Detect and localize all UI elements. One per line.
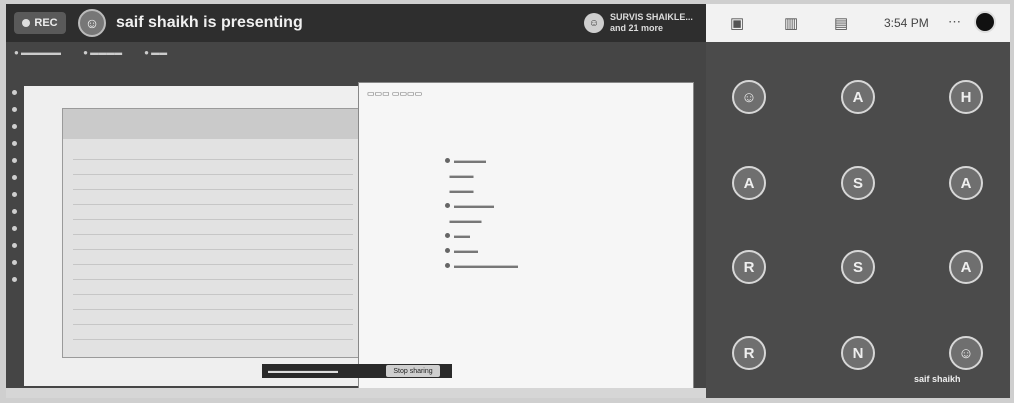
record-dot-icon [22,19,31,27]
participant-tile[interactable]: A [732,166,766,200]
share-tab-1[interactable]: ● ▬▬▬▬▬ [14,48,61,57]
record-badge[interactable]: REC [14,12,66,34]
chart-icon[interactable]: ▥ [784,14,798,32]
participant-tile[interactable]: A [841,80,875,114]
participant-avatar: ☺ [584,13,604,33]
participants-line-1: SURVIS SHAIKLE... [610,12,693,22]
share-tab-3[interactable]: ● ▬▬ [144,48,167,57]
presenting-text: saif shaikh is presenting [116,14,303,31]
presenter-tile-bottom[interactable]: ☺ [949,336,983,370]
participant-tile[interactable]: R [732,250,766,284]
system-tray: ▣ ▥ ▤ 3:54 PM ⋯ [706,4,1010,42]
taskbar[interactable] [6,388,706,398]
participant-tile[interactable]: N [841,336,875,370]
presenter-avatar: ☺ [78,9,106,37]
spreadsheet-toolbar[interactable] [63,109,363,139]
screen-icon[interactable]: ▣ [730,14,744,32]
shared-screen: ● ▬▬▬▬▬ ● ▬▬▬▬ ● ▬▬ ▭▭▭ ▭▭▭▭ ▬▬▬▬ ▬▬▬ ▬▬… [6,42,706,398]
participants-line-2: and 21 more [610,23,664,33]
dialog-tree: ▬▬▬▬ ▬▬▬ ▬▬▬ ▬▬▬▬▬ ▬▬▬▬ ▬▬ ▬▬▬ ▬▬▬▬▬▬▬▬ [445,156,518,270]
participant-tile[interactable]: S [841,250,875,284]
share-tabs: ● ▬▬▬▬▬ ● ▬▬▬▬ ● ▬▬ [14,44,694,60]
left-icon-strip [10,90,18,380]
user-avatar[interactable] [974,11,996,33]
participant-tile[interactable]: H [949,80,983,114]
record-label: REC [34,17,58,29]
spreadsheet-window[interactable] [62,108,364,358]
spreadsheet-grid[interactable] [73,145,353,347]
share-tab-2[interactable]: ● ▬▬▬▬ [83,48,122,57]
participant-tile[interactable]: A [949,250,983,284]
presenter-tile[interactable]: ☺ [732,80,766,114]
file-icon[interactable]: ▤ [834,14,848,32]
participant-tile[interactable]: A [949,166,983,200]
presenter-tile-name: saif shaikh [914,374,961,384]
clock: 3:54 PM [884,16,929,30]
meet-frame: REC ☺ saif shaikh is presenting ☺ SURVIS… [6,4,1010,398]
stop-sharing-button[interactable]: Stop sharing [386,365,440,377]
participants-pill[interactable]: ☺ SURVIS SHAIKLE... and 21 more [584,10,704,36]
participant-grid: ☺ A H A S A R S A R N ☺ saif shaikh [706,42,1010,398]
dialog-title: ▭▭▭ ▭▭▭▭ [367,89,423,98]
participant-tile[interactable]: R [732,336,766,370]
participant-tile[interactable]: S [841,166,875,200]
menu-icon[interactable]: ⋯ [948,14,961,30]
top-bar: REC ☺ saif shaikh is presenting ☺ SURVIS… [6,4,706,42]
properties-dialog[interactable]: ▭▭▭ ▭▭▭▭ ▬▬▬▬ ▬▬▬ ▬▬▬ ▬▬▬▬▬ ▬▬▬▬ ▬▬ ▬▬▬ … [358,82,694,398]
